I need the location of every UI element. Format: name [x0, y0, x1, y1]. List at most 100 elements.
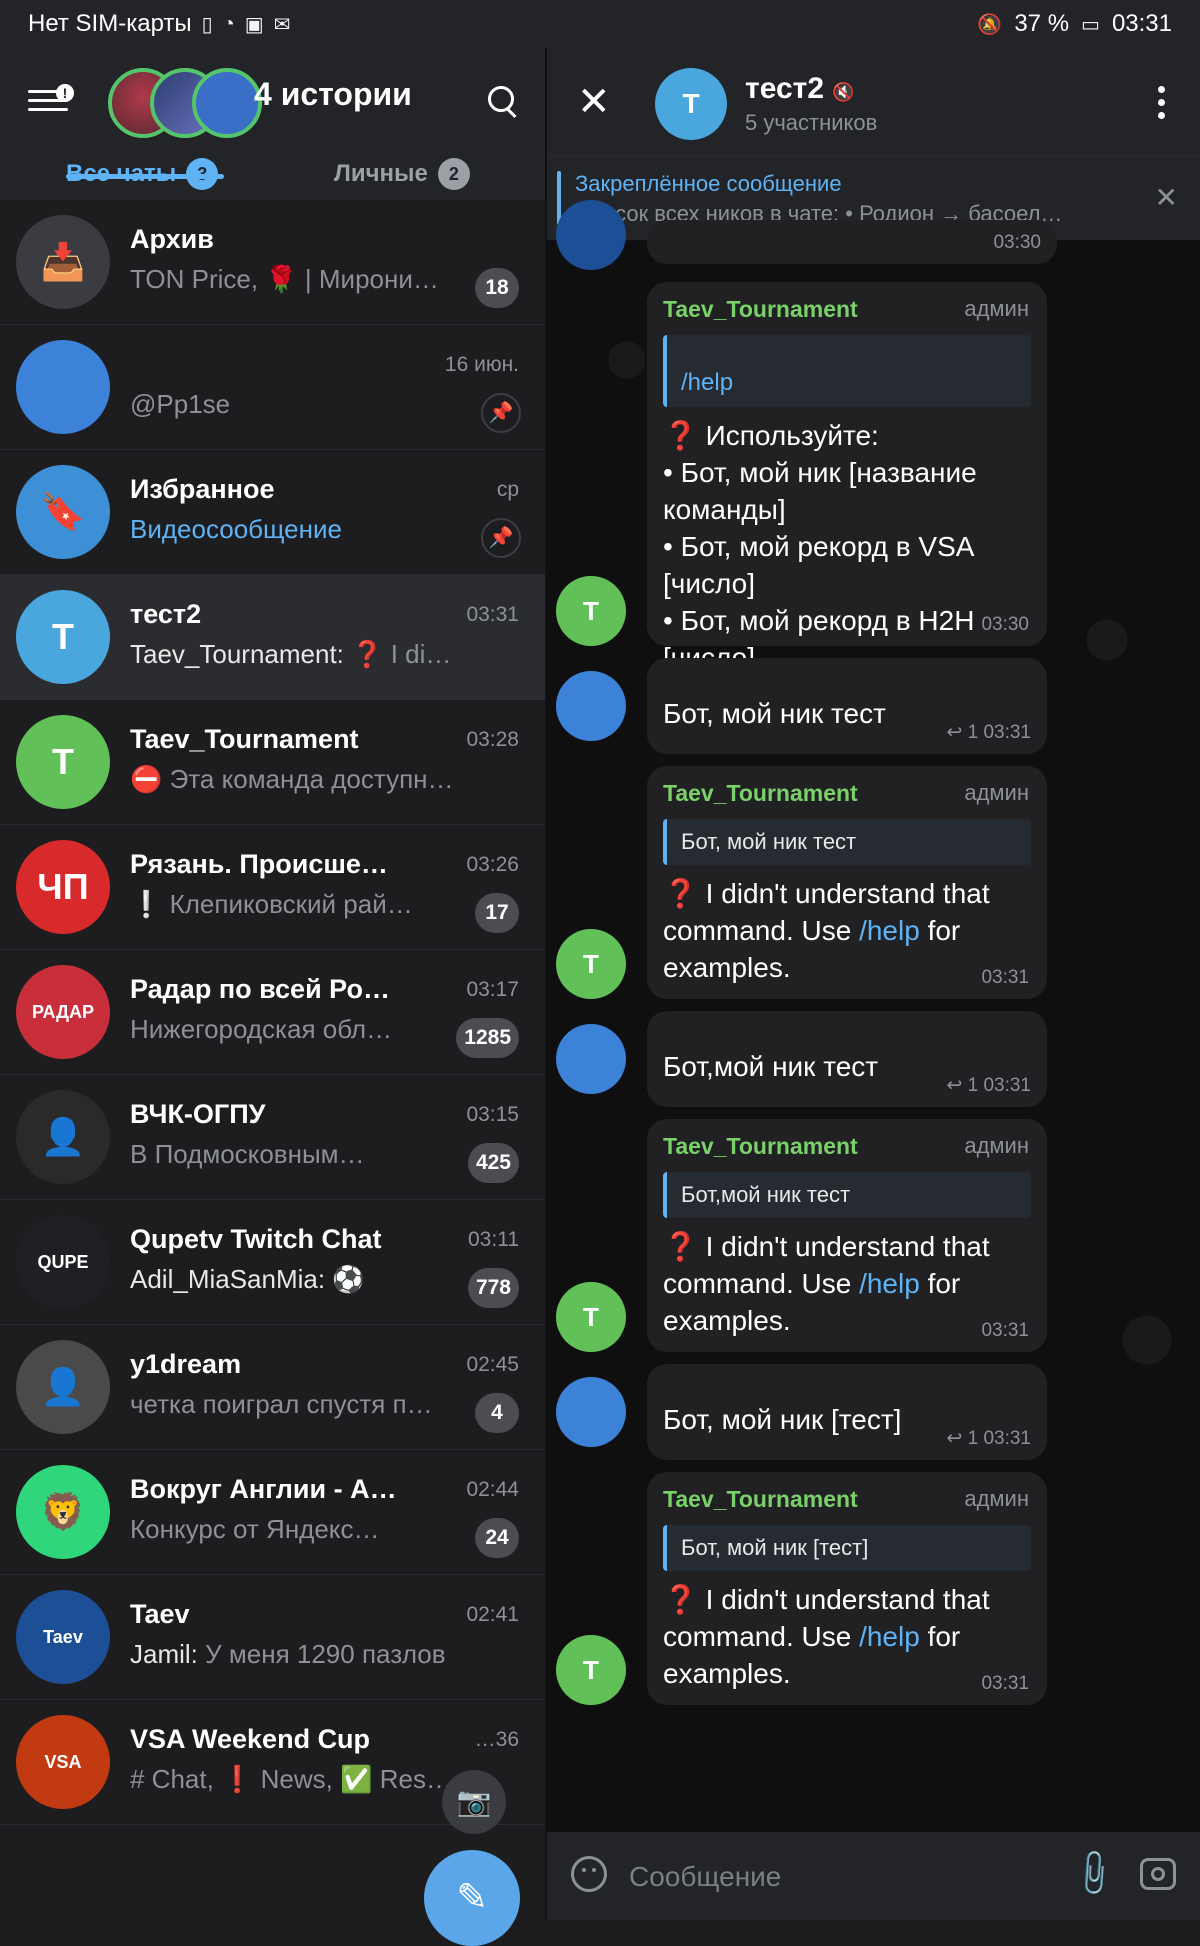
chat-avatar: Taev: [16, 1590, 110, 1684]
chat-avatar: QUPE: [16, 1215, 110, 1309]
mute-bell-icon: 🔕: [977, 13, 1003, 36]
user-message-bubble[interactable]: Бот, мой ник тест ↩ 1 03:31: [647, 658, 1047, 754]
bot-message-bubble[interactable]: Taev_Tournament админ Бот, мой ник [тест] ❓…: [647, 1472, 1047, 1705]
reply-count[interactable]: ↩ 1 03:31: [946, 1427, 1031, 1450]
wifi-icon: ◔: [222, 12, 235, 35]
user-message-bubble[interactable]: Бот, мой ник [тест] ↩ 1 03:31: [647, 1364, 1047, 1460]
compose-button[interactable]: ✎: [424, 1850, 520, 1946]
story-avatar[interactable]: [192, 68, 262, 138]
chat-row[interactable]: 👤 ВЧК-ОГПУ 03:15 В Подмосковным… 425: [0, 1075, 545, 1200]
reply-quote[interactable]: Бот, мой ник тест: [663, 819, 1031, 865]
chat-row[interactable]: 16 июн. @Pp1se 📌: [0, 325, 545, 450]
sender-avatar[interactable]: T: [556, 1282, 626, 1352]
chat-row[interactable]: 👤 y1dream 02:45 четка поиграл спустя п… 4: [0, 1325, 545, 1450]
close-pinned-icon[interactable]: ✕: [1155, 181, 1178, 214]
sender-avatar[interactable]: [556, 1377, 626, 1447]
emoji-icon[interactable]: [571, 1856, 607, 1892]
bot-message-bubble[interactable]: Taev_Tournament админ Бот, мой ник тест ❓ I…: [647, 766, 1047, 999]
chat-preview: TON Price, 🌹 | Мирони…: [130, 264, 460, 295]
help-command-link[interactable]: /help: [859, 915, 920, 946]
sender-avatar[interactable]: [556, 200, 626, 270]
preview-sender: Jamil:: [130, 1639, 198, 1669]
chat-row[interactable]: QUPE Qupetv Twitch Chat 03:11 Adil_MiaSanMi…: [0, 1200, 545, 1325]
sender-avatar[interactable]: [556, 671, 626, 741]
chat-row[interactable]: 📥 Архив TON Price, 🌹 | Мирони… 18: [0, 200, 545, 325]
battery-icon: ▭: [1081, 13, 1100, 36]
chat-row[interactable]: 🔖 Избранное ср Видеосообщение 📌: [0, 450, 545, 575]
preview-text: TON Price, 🌹 | Мирони…: [130, 264, 439, 294]
chat-avatar: 📥: [16, 215, 110, 309]
help-command-link[interactable]: /help: [859, 1268, 920, 1299]
tab-personal[interactable]: Личные 2: [334, 148, 470, 200]
reply-quote[interactable]: Бот, мой ник [тест]: [663, 1525, 1031, 1571]
sim-alert-icon: ▯: [201, 13, 213, 36]
chat-time: 03:11: [468, 1228, 519, 1251]
chat-row[interactable]: Tтест2 03:31 Taev_Tournament: ❓ I didn'…: [0, 575, 545, 700]
reply-count[interactable]: ↩ 1 03:31: [946, 1074, 1031, 1097]
preview-text: Видеосообщение: [130, 514, 342, 544]
chat-time: 16 июн.: [444, 353, 519, 376]
message-time: 03:31: [983, 1075, 1031, 1096]
chat-avatar: 🔖: [16, 465, 110, 559]
sender-avatar[interactable]: T: [556, 576, 626, 646]
chat-avatar: T: [16, 715, 110, 809]
tab-label: Личные: [334, 160, 428, 187]
bot-message-bubble[interactable]: Taev_Tournament админ Бот,мой ник тест ❓ I …: [647, 1119, 1047, 1352]
reply-quote[interactable]: Бот,мой ник тест: [663, 1172, 1031, 1218]
chat-row[interactable]: T Taev_Tournament 03:28 ⛔ Эта команда досту…: [0, 700, 545, 825]
more-options-icon[interactable]: [1158, 86, 1166, 125]
chat-avatar[interactable]: T: [655, 68, 727, 140]
search-icon[interactable]: [488, 86, 518, 119]
chat-preview: В Подмосковным…: [130, 1139, 460, 1170]
chat-time: 03:26: [466, 853, 519, 876]
chat-name: Избранное: [130, 474, 275, 504]
camera-icon[interactable]: 📷: [442, 1770, 506, 1834]
status-bar: Нет SIM-карты ▯ ◔ ▣ ✉ 🔕 37 % ▭ 03:31: [0, 0, 1200, 48]
sender-avatar[interactable]: T: [556, 1635, 626, 1705]
chat-preview: # Chat, ❗ News, ✅ Resu…: [130, 1764, 460, 1795]
attach-icon[interactable]: 📎: [1067, 1845, 1122, 1900]
chat-name: Рязань. Происше…: [130, 849, 388, 879]
user-message-bubble[interactable]: Бот,мой ник тест ↩ 1 03:31: [647, 1011, 1047, 1107]
chat-row[interactable]: РАДАР Радар по всей Ро… 03:17 Нижегородская…: [0, 950, 545, 1075]
message-list[interactable]: 03:30 Taev_Tournament админ/help ❓ Использ…: [547, 200, 1200, 1832]
message-input[interactable]: [627, 1852, 1011, 1902]
clock: 03:31: [1111, 10, 1172, 37]
chat-avatar: 👤: [16, 1340, 110, 1434]
message-time: 03:31: [981, 967, 1029, 988]
chat-title[interactable]: тест2 🔇: [745, 72, 854, 106]
camera-icon[interactable]: [1140, 1858, 1176, 1890]
chat-avatar: T: [16, 590, 110, 684]
preview-text: В Подмосковным…: [130, 1139, 365, 1169]
chat-name: Радар по всей Ро…: [130, 974, 391, 1004]
message-text: ❓ I didn't understand that command. Use …: [663, 875, 1031, 986]
message-text: ❓ Используйте: • Бот, мой ник [название …: [663, 420, 977, 673]
notification-icon: ▣: [244, 13, 264, 36]
chat-time: ср: [496, 478, 519, 501]
message-time: 03:31: [983, 1428, 1031, 1449]
chat-row[interactable]: ЧП Рязань. Происше… 03:26 ❕ Клепиковский ра…: [0, 825, 545, 950]
preview-sender: Adil_MiaSanMia:: [130, 1264, 326, 1294]
chat-row[interactable]: 🦁 Вокруг Англии - А… 02:44 Конкурс от Яндек…: [0, 1450, 545, 1575]
sender-avatar[interactable]: [556, 1024, 626, 1094]
help-command-link[interactable]: /help: [859, 1621, 920, 1652]
sender-avatar[interactable]: T: [556, 929, 626, 999]
admin-label: админ: [964, 1133, 1029, 1158]
chat-preview: Конкурс от Яндекс…: [130, 1514, 460, 1545]
message-time: 03:31: [981, 1673, 1029, 1694]
pin-icon: 📌: [481, 518, 521, 558]
bot-message-bubble[interactable]: Taev_Tournament админ/help ❓ Используйте: …: [647, 282, 1047, 673]
chat-name: y1dream: [130, 1349, 242, 1379]
reply-count-value: 1: [967, 1428, 979, 1449]
admin-label: админ: [964, 780, 1029, 805]
stories-strip[interactable]: [108, 68, 262, 138]
stories-title[interactable]: 4 истории: [254, 76, 412, 113]
admin-label: админ: [964, 1486, 1029, 1511]
chat-name: Архив: [130, 224, 214, 254]
chat-row[interactable]: Taev Taev 02:41 Jamil: У меня 1290 пазлов: [0, 1575, 545, 1700]
reply-count[interactable]: ↩ 1 03:31: [946, 721, 1031, 744]
reply-quote[interactable]: /help: [663, 335, 1031, 407]
close-icon[interactable]: ✕: [577, 82, 611, 122]
menu-button[interactable]: !: [28, 84, 74, 124]
unread-badge: 18: [475, 268, 519, 308]
